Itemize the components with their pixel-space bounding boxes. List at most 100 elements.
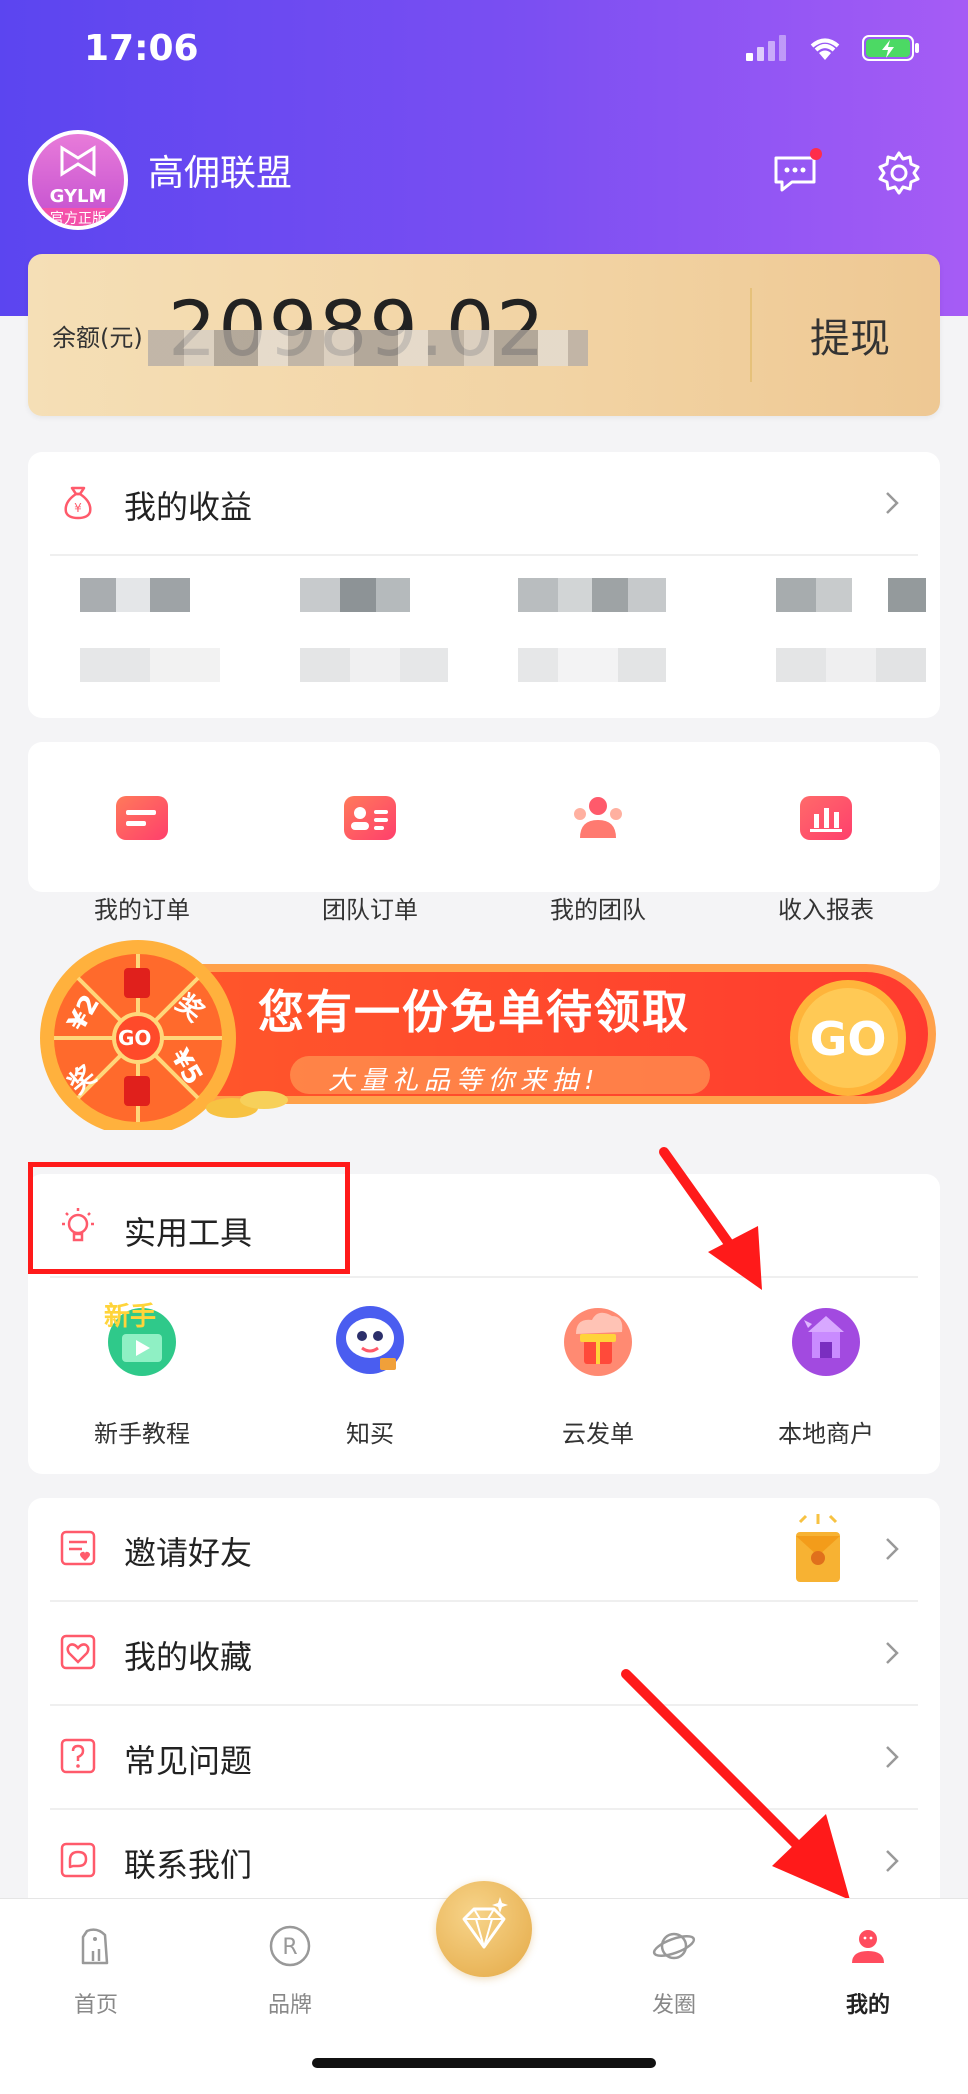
wheel-center-label: GO	[118, 1026, 152, 1050]
logo-bowtie-icon	[60, 145, 96, 177]
tab-label: 发圈	[651, 1993, 696, 2018]
earnings-label-redacted	[300, 648, 448, 682]
my-orders-item[interactable]: 我的订单	[28, 788, 256, 928]
earnings-value-redacted	[518, 578, 666, 612]
status-bar: 17:06	[0, 0, 968, 110]
banner-subline: 大量礼品等你来抽!	[328, 1066, 601, 1096]
status-icons	[746, 34, 920, 62]
annotation-arrow-icon	[659, 1147, 762, 1290]
chevron-right-icon	[886, 1538, 899, 1560]
cloud-order-item[interactable]: 云发单	[484, 1308, 712, 1450]
earnings-label-redacted	[518, 648, 666, 682]
zhimai-item[interactable]: 知买	[256, 1306, 484, 1450]
divider	[50, 554, 918, 556]
balance-divider	[750, 288, 752, 382]
tab-label: 我的	[845, 1993, 890, 2018]
tab-brand[interactable]: R 品牌	[230, 1923, 350, 2043]
team-orders-item[interactable]: 团队订单	[256, 788, 484, 928]
diamond-icon	[462, 1897, 508, 1949]
team-order-icon	[344, 796, 396, 840]
team-icon	[574, 797, 622, 838]
earnings-title: 我的收益	[124, 488, 253, 526]
withdraw-button[interactable]: 提现	[770, 306, 930, 364]
chevron-right-icon	[886, 1746, 899, 1768]
profile-icon	[852, 1930, 884, 1963]
grid-label: 新手教程	[94, 1420, 190, 1448]
divider	[50, 1276, 918, 1278]
earnings-row[interactable]: ¥ 我的收益	[28, 452, 940, 554]
menu-item-label: 常见问题	[124, 1742, 253, 1780]
svg-text:¥: ¥	[74, 501, 82, 515]
tutorial-item[interactable]: 新手 新手教程	[28, 1302, 256, 1450]
local-merchant-item[interactable]: 本地商户	[712, 1308, 940, 1450]
avatar-text: GYLM	[49, 186, 107, 207]
local-shop-icon	[792, 1308, 860, 1376]
tools-grid: 新手 新手教程 知买 云发单 本地商户	[28, 1302, 940, 1450]
grid-label: 本地商户	[778, 1420, 874, 1448]
earnings-card: ¥ 我的收益	[28, 452, 940, 718]
earnings-value-redacted	[80, 578, 190, 612]
menu-item-label: 我的收藏	[124, 1638, 253, 1676]
free-order-banner[interactable]: GO ¥2 奖 ¥5 奖 您有一份免单待领取 大量礼品等你来抽! GO	[28, 940, 940, 1136]
planet-icon	[652, 1932, 696, 1960]
home-bag-icon	[81, 1928, 109, 1965]
earnings-value-redacted	[300, 578, 410, 612]
menu-item-label: 联系我们	[124, 1846, 253, 1884]
grid-label: 云发单	[562, 1420, 634, 1448]
tab-label: 品牌	[267, 1993, 312, 2018]
robot-icon	[336, 1306, 404, 1374]
tab-label: 首页	[73, 1993, 118, 2018]
money-bag-icon: ¥	[64, 486, 92, 520]
faq-icon	[60, 1738, 96, 1774]
chevron-right-icon	[886, 1642, 899, 1664]
contact-icon	[60, 1842, 96, 1878]
message-icon[interactable]	[772, 154, 818, 194]
grid-label: 我的订单	[94, 896, 190, 924]
banner-headline: 您有一份免单待领取	[258, 985, 690, 1039]
my-team-item[interactable]: 我的团队	[484, 788, 712, 928]
signal-icon	[746, 35, 786, 61]
home-indicator	[312, 2058, 656, 2068]
profile-header: GYLM 官方正版 高佣联盟	[28, 130, 940, 234]
chart-icon	[800, 796, 852, 840]
grid-label: 团队订单	[322, 896, 418, 924]
income-report-item[interactable]: 收入报表	[712, 788, 940, 928]
grid-label: 我的团队	[550, 896, 646, 924]
profile-name: 高佣联盟	[148, 153, 293, 194]
status-time: 17:06	[84, 28, 199, 69]
avatar[interactable]: GYLM 官方正版	[28, 130, 128, 230]
grid-label: 收入报表	[778, 896, 874, 924]
earnings-label-redacted	[776, 648, 926, 682]
tab-home[interactable]: 首页	[36, 1923, 156, 2043]
earnings-label-redacted	[50, 648, 220, 682]
notification-dot	[810, 148, 822, 160]
red-envelope-icon	[796, 1514, 840, 1582]
invite-icon	[60, 1530, 96, 1566]
order-icon	[116, 796, 168, 840]
menu-item-invite[interactable]: 邀请好友	[28, 1498, 940, 1600]
cloud-gift-icon	[564, 1308, 632, 1376]
grid-label: 知买	[346, 1420, 394, 1448]
brand-r-icon: R	[269, 1925, 311, 1967]
svg-text:R: R	[282, 1935, 297, 1960]
wifi-icon	[810, 38, 840, 60]
tab-diamond[interactable]	[436, 1881, 532, 1977]
earnings-value-redacted	[776, 578, 926, 612]
chevron-right-icon	[886, 1850, 899, 1872]
orders-grid: 我的订单 团队订单 我的团队 收入报表	[28, 788, 940, 928]
tab-moments[interactable]: 发圈	[614, 1923, 734, 2043]
annotation-highlight-box	[28, 1162, 350, 1274]
chevron-right-icon	[886, 492, 899, 514]
banner-go-button[interactable]: GO	[800, 1012, 896, 1066]
orders-card: 我的订单 团队订单 我的团队 收入报表	[28, 742, 940, 924]
tab-profile[interactable]: 我的	[808, 1923, 928, 2043]
avatar-subtext: 官方正版	[32, 208, 124, 226]
favorite-icon	[60, 1634, 96, 1670]
tutorial-badge: 新手	[104, 1302, 157, 1332]
gear-icon[interactable]	[876, 150, 922, 196]
annotation-arrow-icon	[621, 1669, 850, 1900]
battery-icon	[862, 35, 919, 61]
balance-redaction	[148, 330, 588, 366]
menu-item-label: 邀请好友	[124, 1534, 253, 1572]
balance-card: 余额(元) 20989.02 提现	[28, 254, 940, 416]
